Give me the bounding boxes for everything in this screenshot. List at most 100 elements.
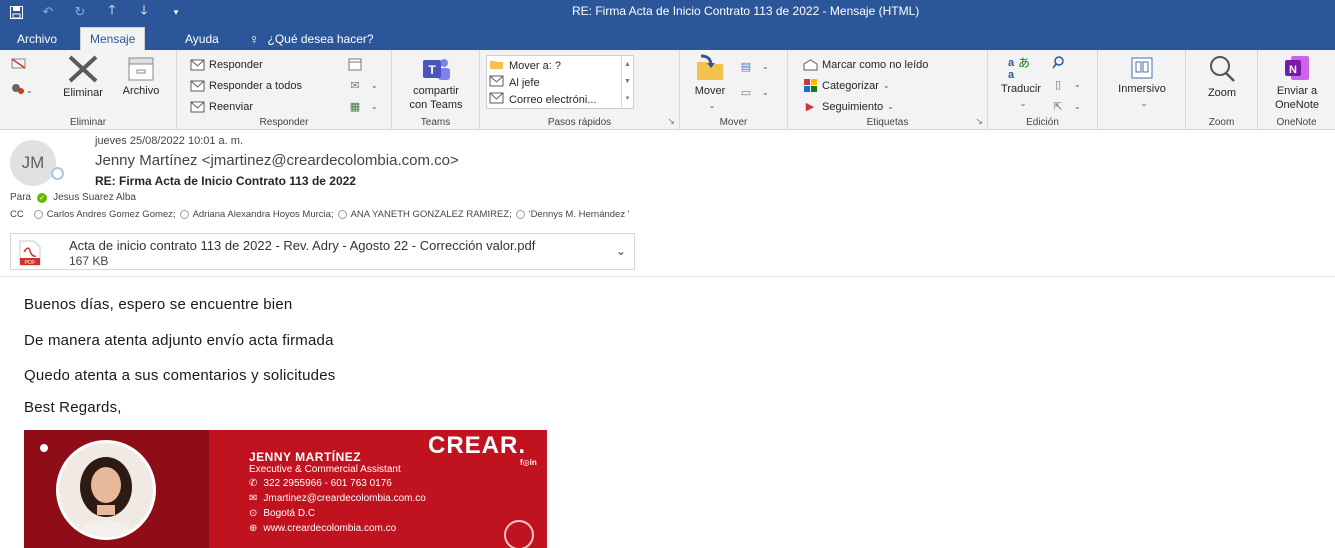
move-label: Mover bbox=[694, 85, 726, 97]
chevron-down-icon[interactable]: ⌄ bbox=[616, 244, 626, 258]
forward-icon bbox=[189, 100, 205, 114]
more-reply-button[interactable]: ✉ ⌄ bbox=[347, 77, 377, 94]
customize-icon[interactable]: ▾ bbox=[168, 4, 184, 20]
save-icon[interactable] bbox=[8, 4, 24, 20]
group-label-pasos: Pasos rápidos bbox=[547, 117, 612, 128]
share-teams-button[interactable]: T compartir con Teams bbox=[398, 56, 474, 112]
attachment-card[interactable]: PDF Acta de inicio contrato 113 de 2022 … bbox=[10, 233, 635, 270]
tell-me-search[interactable]: ♀ ¿Qué desea hacer? bbox=[240, 27, 383, 50]
redo-icon[interactable]: ↻ bbox=[72, 4, 88, 20]
junk-button[interactable]: ⌄ bbox=[10, 82, 32, 98]
group-zoom: Zoom Zoom bbox=[1186, 50, 1258, 130]
reply-icon bbox=[189, 58, 205, 72]
mark-unread-button[interactable]: Marcar como no leído bbox=[802, 56, 928, 73]
open-mail-icon bbox=[802, 58, 818, 72]
tab-ayuda[interactable]: Ayuda bbox=[176, 27, 228, 50]
cc-recipient[interactable]: Carlos Andres Gomez Gomez; bbox=[47, 209, 176, 220]
presence-available-icon: ✓ bbox=[37, 192, 48, 203]
signature-phone: ✆ 322 2955966 - 601 763 0176 bbox=[249, 478, 392, 489]
presence-unknown-icon bbox=[515, 210, 525, 219]
archive-button[interactable]: Archivo bbox=[112, 56, 170, 98]
attachment-size: 167 KB bbox=[69, 254, 109, 268]
group-teams: T compartir con Teams Teams bbox=[392, 50, 480, 130]
group-label-zoom: Zoom bbox=[1208, 117, 1235, 128]
presence-unknown-icon bbox=[337, 210, 347, 219]
down-arrow-icon[interactable]: 🡓 bbox=[136, 2, 152, 20]
quick-step-to-manager[interactable]: Al jefe bbox=[489, 74, 540, 91]
body-line: Buenos días, espero se encuentre bien bbox=[24, 296, 293, 313]
im-reply-button[interactable]: ▦ ⌄ bbox=[347, 98, 378, 115]
delete-label: Eliminar bbox=[63, 87, 103, 99]
to-recipient[interactable]: Jesus Suarez Alba bbox=[53, 192, 136, 203]
group-edicion: aあa Traducir ⌄ ▯ ⌄ ⇱ ⌄ Edición bbox=[988, 50, 1098, 130]
cc-recipient[interactable]: ANA YANETH GONZALEZ RAMIREZ; bbox=[351, 209, 512, 220]
quick-step-move-to[interactable]: Mover a: ? bbox=[489, 57, 561, 74]
svg-text:a: a bbox=[1008, 69, 1015, 80]
up-arrow-icon[interactable]: 🡑 bbox=[104, 2, 120, 20]
junk-icon: ⌄ bbox=[12, 84, 32, 95]
group-label-edicion: Edición bbox=[1026, 117, 1059, 128]
rules-button[interactable]: ▤ ⌄ bbox=[738, 58, 769, 75]
delete-button[interactable]: Eliminar bbox=[60, 54, 106, 100]
onenote-icon: N bbox=[1285, 56, 1309, 80]
move-button[interactable]: Mover ⌄ bbox=[688, 54, 732, 113]
tab-archivo[interactable]: Archivo bbox=[8, 27, 66, 50]
group-responder: Responder Responder a todos Reenviar ✉ ⌄ … bbox=[177, 50, 392, 130]
meeting-reply-button[interactable] bbox=[347, 56, 367, 73]
avatar[interactable]: JM bbox=[10, 140, 56, 186]
quick-step-team-email[interactable]: Correo electróni... bbox=[489, 91, 596, 108]
cc-line: CC Carlos Andres Gomez Gomez; Adriana Al… bbox=[10, 209, 630, 220]
search-icon bbox=[1050, 56, 1066, 70]
ribbon: ⌄ Eliminar Archivo Eliminar Responder Re… bbox=[0, 50, 1335, 130]
reply-all-icon bbox=[189, 79, 205, 93]
group-mover: Mover ⌄ ▤ ⌄ ▭ ⌄ Mover bbox=[680, 50, 788, 130]
message-date: jueves 25/08/2022 10:01 a. m. bbox=[95, 135, 243, 147]
window-title: RE: Firma Acta de Inicio Contrato 113 de… bbox=[572, 4, 920, 18]
reply-button[interactable]: Responder bbox=[189, 56, 263, 73]
ignore-button[interactable] bbox=[10, 56, 28, 74]
whatsapp-icon: ✆ bbox=[249, 478, 258, 489]
cc-label: CC bbox=[10, 209, 24, 220]
send-to-onenote-button[interactable]: N Enviar a OneNote bbox=[1264, 54, 1330, 112]
zoom-label: Zoom bbox=[1207, 87, 1237, 99]
onenote-move-button[interactable]: ▭ ⌄ bbox=[738, 84, 769, 101]
translate-button[interactable]: aあa Traducir ⌄ bbox=[996, 54, 1046, 111]
categorize-button[interactable]: Categorizar ⌄ bbox=[802, 77, 890, 94]
find-button[interactable] bbox=[1050, 54, 1070, 71]
cc-recipient[interactable]: 'Dennys M. Hernández ' bbox=[529, 209, 630, 220]
teams-icon: T bbox=[423, 59, 450, 80]
quick-steps-scroll[interactable]: ▲ ▼ ▾ bbox=[621, 56, 633, 108]
email-signature: JENNY MARTÍNEZ Executive & Commercial As… bbox=[24, 430, 547, 548]
header-divider bbox=[0, 276, 1335, 277]
signature-web[interactable]: ⊕ www.creardecolombia.com.co bbox=[249, 523, 396, 534]
followup-button[interactable]: ▶ Seguimiento ⌄ bbox=[802, 98, 894, 115]
move-folder-icon bbox=[697, 54, 723, 80]
translate-label: Traducir bbox=[1001, 83, 1041, 95]
reply-all-button[interactable]: Responder a todos bbox=[189, 77, 302, 94]
title-bar: ↶ ↻ 🡑 🡓 ▾ RE: Firma Acta de Inicio Contr… bbox=[0, 0, 1335, 24]
group-etiquetas: Marcar como no leído Categorizar ⌄ ▶ Segu… bbox=[788, 50, 988, 130]
forward-button[interactable]: Reenviar bbox=[189, 98, 253, 115]
related-button[interactable]: ▯ ⌄ bbox=[1050, 76, 1081, 93]
cc-recipient[interactable]: Adriana Alexandra Hoyos Murcia; bbox=[193, 209, 334, 220]
tab-mensaje[interactable]: Mensaje bbox=[80, 27, 146, 50]
message-sender[interactable]: Jenny Martínez <jmartinez@creardecolombi… bbox=[95, 152, 459, 169]
zoom-button[interactable]: Zoom bbox=[1192, 54, 1252, 100]
signature-city: ⊙ Bogotá D.C bbox=[249, 508, 316, 519]
message-subject: RE: Firma Acta de Inicio Contrato 113 de… bbox=[95, 174, 356, 188]
select-button[interactable]: ⇱ ⌄ bbox=[1050, 98, 1080, 115]
undo-icon[interactable]: ↶ bbox=[40, 4, 56, 20]
mail-icon: ✉ bbox=[249, 493, 258, 504]
group-pasos-rapidos: Mover a: ? Al jefe Correo electróni... ▲… bbox=[480, 50, 680, 130]
signature-email[interactable]: ✉ Jmartinez@creardecolombia.com.co bbox=[249, 493, 426, 504]
email-icon bbox=[489, 92, 505, 107]
archive-label: Archivo bbox=[122, 85, 160, 97]
immersive-reader-icon bbox=[1131, 57, 1153, 79]
to-line: Para ✓ Jesus Suarez Alba bbox=[10, 192, 136, 203]
globe-icon: ⊕ bbox=[249, 523, 258, 534]
immersive-reader-button[interactable]: Inmersivo ⌄ bbox=[1106, 56, 1178, 111]
archive-icon bbox=[128, 57, 154, 81]
meeting-icon bbox=[347, 58, 363, 72]
immersive-label: Inmersivo bbox=[1118, 83, 1166, 95]
company-seal-icon bbox=[504, 520, 534, 548]
